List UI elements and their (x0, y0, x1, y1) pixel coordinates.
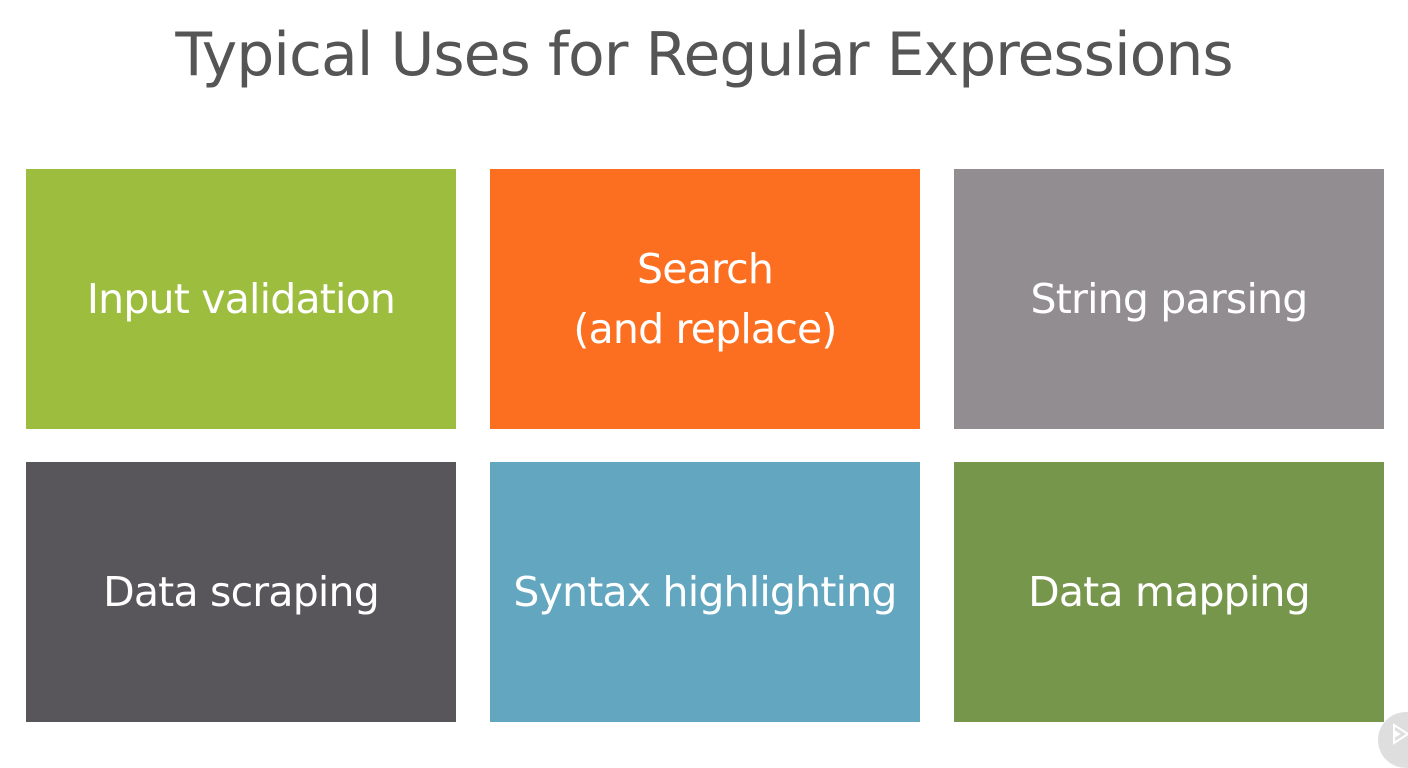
tile-label-line: Data mapping (1028, 568, 1311, 616)
play-triangle-icon (1393, 723, 1408, 745)
tile-label-line: String parsing (1030, 275, 1309, 323)
tile-label-line: Input validation (86, 275, 396, 323)
tile-data-scraping: Data scraping (26, 462, 456, 722)
tile-label-line: Data scraping (103, 568, 380, 616)
tile-label: Data scraping (103, 562, 380, 622)
tile-label-line: Syntax highlighting (513, 568, 897, 616)
tile-syntax-highlighting: Syntax highlighting (490, 462, 920, 722)
tile-label: Input validation (86, 269, 396, 329)
tile-string-parsing: String parsing (954, 169, 1384, 429)
tile-input-validation: Input validation (26, 169, 456, 429)
tile-data-mapping: Data mapping (954, 462, 1384, 722)
tile-label: Search (and replace) (573, 239, 837, 359)
tile-search-and-replace: Search (and replace) (490, 169, 920, 429)
tile-label-line: Search (636, 245, 774, 293)
tile-label: String parsing (1030, 269, 1309, 329)
tile-label-line: (and replace) (573, 305, 837, 353)
tile-label: Syntax highlighting (513, 562, 897, 622)
slide-title: Typical Uses for Regular Expressions (175, 20, 1233, 90)
tile-label: Data mapping (1028, 562, 1311, 622)
